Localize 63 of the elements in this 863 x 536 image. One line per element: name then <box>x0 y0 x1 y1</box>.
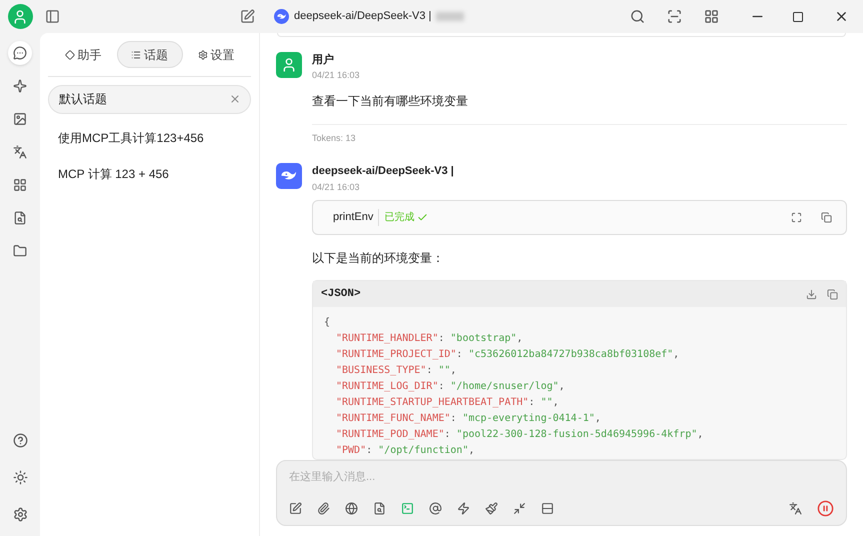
at-icon[interactable] <box>429 502 442 514</box>
brush-icon[interactable] <box>485 502 498 514</box>
clear-icon[interactable] <box>229 93 241 105</box>
code-line: "RUNTIME_PROJECT_ID": "c53626012ba84727b938ca8bf03108ef", <box>335 348 680 362</box>
topic-search-field[interactable]: 默认话题 <box>48 85 251 114</box>
tool-name: printEnv <box>333 209 380 226</box>
code-line: "RUNTIME_LOG_DIR": "/home/snuser/log", <box>335 380 566 394</box>
scan-icon[interactable] <box>667 9 682 24</box>
download-icon[interactable] <box>806 288 817 300</box>
message-time: 04/21 16:03 <box>312 180 361 194</box>
sender-name: deepseek-ai/DeepSeek-V3 | <box>312 164 455 179</box>
theme-icon[interactable] <box>12 470 28 485</box>
list-icon <box>131 50 141 60</box>
lightning-icon[interactable] <box>457 502 470 514</box>
diamond-icon <box>64 50 74 60</box>
grid-icon[interactable] <box>704 9 719 24</box>
user-avatar[interactable] <box>8 4 32 29</box>
rows-icon[interactable] <box>541 502 554 514</box>
settings-icon <box>198 50 208 60</box>
message-text: 以下是当前的环境变量： <box>312 250 445 267</box>
code-line: "RUNTIME_STARTUP_HEARTBEAT_PATH": "", <box>335 396 560 410</box>
code-language: <JSON> <box>321 286 361 302</box>
search-icon[interactable] <box>630 9 645 24</box>
model-avatar <box>274 9 289 24</box>
model-avatar <box>276 163 302 189</box>
sidebar-tab[interactable]: 设置 <box>183 41 249 68</box>
code-line: "RUNTIME_HANDLER": "bootstrap", <box>335 332 524 346</box>
copy-icon[interactable] <box>827 288 838 300</box>
pause-icon[interactable] <box>817 500 834 516</box>
translate-icon[interactable] <box>789 502 802 514</box>
globe-icon[interactable] <box>345 502 358 514</box>
redaction-mark <box>436 12 464 21</box>
sidebar-toggle-icon[interactable] <box>45 9 60 24</box>
copy-icon[interactable] <box>821 212 832 223</box>
code-line: "RUNTIME_FUNC_NAME": "mcp-everyting-0414-1", <box>335 412 602 426</box>
sidebar-tab[interactable]: 助手 <box>50 41 116 68</box>
collapse-icon[interactable] <box>513 502 526 514</box>
help-icon[interactable] <box>12 433 28 448</box>
check-icon <box>417 212 428 223</box>
message-time: 04/21 16:03 <box>312 69 361 82</box>
chat-icon[interactable] <box>8 41 32 65</box>
edit-icon[interactable] <box>289 502 302 514</box>
file-search-icon[interactable] <box>373 502 386 514</box>
model-title: deepseek-ai/DeepSeek-V3 | <box>294 9 432 24</box>
maximize-icon[interactable] <box>792 10 804 22</box>
code-line: { <box>324 316 332 330</box>
code-line: "PWD": "/opt/function", <box>335 444 476 458</box>
tool-status: 已完成 <box>384 210 414 225</box>
new-topic-icon[interactable] <box>240 9 255 24</box>
code-line: "BUSINESS_TYPE": "", <box>335 364 458 378</box>
token-count: Tokens: 13 <box>312 132 357 144</box>
topic-item[interactable]: 使用MCP工具计算123+456 <box>48 126 251 150</box>
user-avatar <box>276 52 302 78</box>
message-input[interactable]: 在这里输入消息... <box>289 469 834 486</box>
topic-item[interactable]: MCP 计算 123 + 456 <box>48 162 251 186</box>
settings-icon[interactable] <box>12 507 28 522</box>
close-icon[interactable] <box>834 9 849 24</box>
sidebar-tab[interactable]: 话题 <box>116 41 182 68</box>
paperclip-icon[interactable] <box>317 502 330 514</box>
sender-name: 用户 <box>312 52 335 68</box>
message-text: 查看一下当前有哪些环境变量 <box>312 92 847 124</box>
expand-icon[interactable] <box>791 212 802 223</box>
code-line: "RUNTIME_POD_NAME": "pool22-300-128-fusion-5d46945996-4kfrp", <box>335 428 704 442</box>
